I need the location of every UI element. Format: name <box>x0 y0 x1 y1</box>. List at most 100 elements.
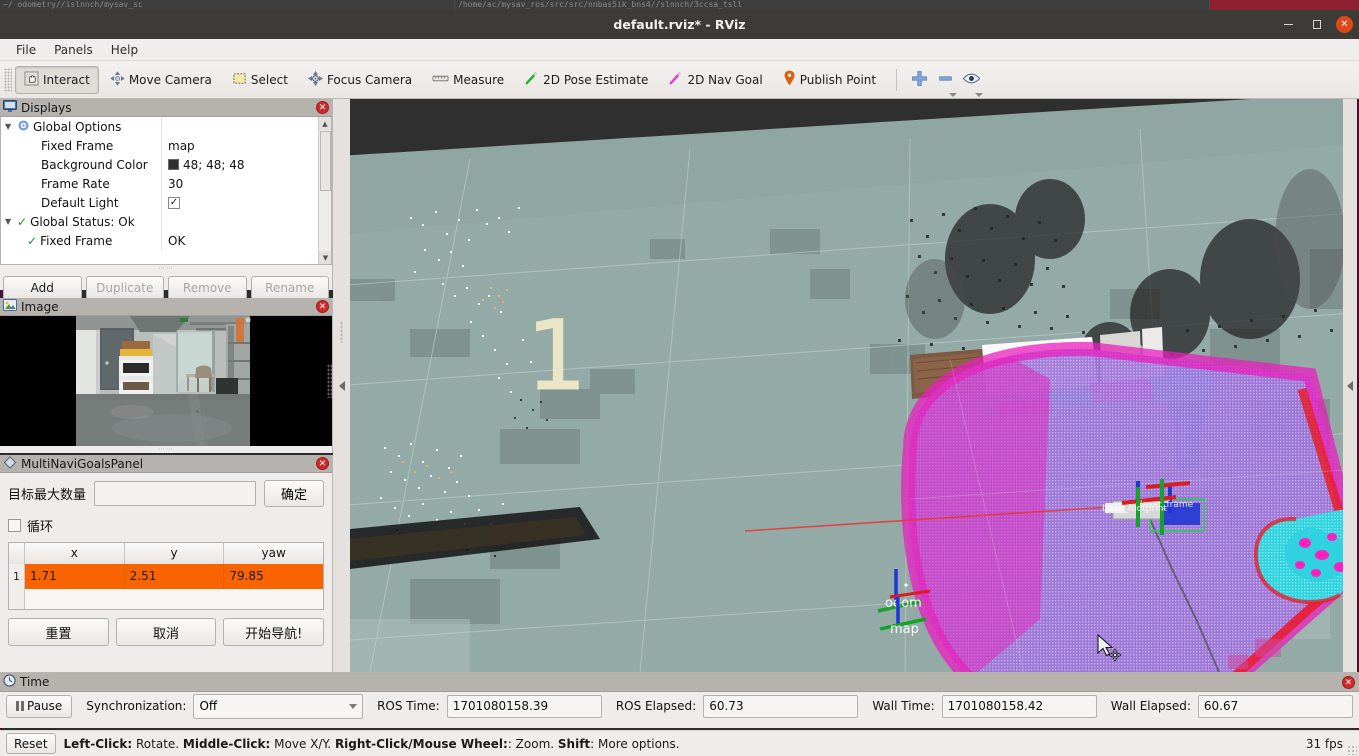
remove-tool-button[interactable] <box>932 67 958 97</box>
chevron-down-icon <box>349 703 358 709</box>
wall-elapsed-field[interactable]: 60.67 <box>1197 694 1354 718</box>
navi-button-row: 重置 取消 开始导航! <box>0 610 332 646</box>
column-header-y[interactable]: y <box>125 543 225 564</box>
expander-icon[interactable]: ▼ <box>5 122 14 131</box>
tool-2d-nav-goal[interactable]: 2D Nav Goal <box>659 66 771 94</box>
column-header-x[interactable]: x <box>25 543 125 564</box>
move-camera-icon <box>110 70 125 89</box>
image-splitter-grip[interactable]: ⋯⋯ <box>0 446 332 453</box>
tool-publish-point[interactable]: Publish Point <box>774 66 885 94</box>
time-panel-close[interactable]: ✕ <box>1342 676 1355 689</box>
menu-file[interactable]: File <box>7 41 45 59</box>
goals-table-header: x y yaw <box>9 543 323 564</box>
menubar: File Panels Help <box>0 39 1359 61</box>
tree-value: OK <box>168 233 186 248</box>
focus-camera-icon <box>307 70 324 89</box>
start-navigation-button[interactable]: 开始导航! <box>223 618 325 646</box>
max-goals-label: 目标最大数量 <box>8 488 87 503</box>
tool-properties-caret-icon[interactable] <box>975 92 984 97</box>
pause-button[interactable]: Pause <box>6 694 73 718</box>
add-tool-button[interactable] <box>906 67 932 93</box>
displays-tree[interactable]: ▼ Global Options Fixed Frame map Backgro… <box>0 117 332 265</box>
reset-view-button[interactable]: Reset <box>6 733 56 754</box>
tree-row-default-light[interactable]: Default Light ✓ <box>1 193 331 212</box>
menu-help[interactable]: Help <box>102 41 147 59</box>
hint-right-click-text: : Zoom. <box>507 736 558 751</box>
tool-select[interactable]: Select <box>223 66 297 94</box>
cycle-checkbox[interactable] <box>8 519 21 532</box>
cycle-label: 循环 <box>27 520 54 535</box>
reset-goals-button[interactable]: 重置 <box>8 618 109 646</box>
hint-middle-click-key: Middle-Click: <box>182 736 271 751</box>
ros-time-field[interactable]: 1701080158.39 <box>446 694 602 718</box>
nav-goal-arrow-icon <box>668 71 683 89</box>
tool-2d-pose-estimate[interactable]: 2D Pose Estimate <box>515 66 657 94</box>
window-resize-grip[interactable] <box>1347 745 1357 755</box>
navi-panel-close[interactable]: ✕ <box>316 457 329 470</box>
hand-cursor-icon <box>24 70 39 89</box>
measure-ruler-icon <box>432 71 449 89</box>
displays-tree-scrollbar[interactable]: ▲ ▼ <box>318 117 331 264</box>
window-titlebar: default.rviz* - RViz ✕ <box>0 10 1359 39</box>
rename-display-button: Rename <box>250 276 329 300</box>
cell-yaw[interactable]: 79.85 <box>224 564 324 589</box>
maximize-button[interactable] <box>1308 16 1325 33</box>
check-icon: ✓ <box>27 233 38 248</box>
goals-table[interactable]: x y yaw 1 1.71 2.51 79.85 <box>8 542 324 610</box>
scroll-up-icon[interactable]: ▲ <box>319 117 331 130</box>
tool-measure[interactable]: Measure <box>423 66 513 94</box>
cancel-goals-button[interactable]: 取消 <box>115 618 217 646</box>
image-panel: Image ✕ ⋯⋯ <box>0 298 333 453</box>
tool-select-label: Select <box>250 72 288 87</box>
tree-row-global-options[interactable]: ▼ Global Options <box>1 117 331 136</box>
left-dock-splitter[interactable] <box>333 99 350 672</box>
tree-row-frame-rate[interactable]: Frame Rate 30 <box>1 174 331 193</box>
expander-icon[interactable]: ▼ <box>5 217 14 226</box>
table-corner-cell <box>9 543 25 564</box>
tree-value[interactable]: 30 <box>162 177 183 191</box>
color-swatch[interactable] <box>168 159 179 170</box>
add-display-button[interactable]: Add <box>3 276 82 300</box>
scroll-down-icon[interactable]: ▼ <box>319 251 331 264</box>
column-header-yaw[interactable]: yaw <box>224 543 323 564</box>
menu-panels[interactable]: Panels <box>45 41 102 59</box>
render-view-3d[interactable]: base_footprint laser_frame odom map 1 <box>350 99 1343 672</box>
confirm-button[interactable]: 确定 <box>264 480 324 507</box>
image-panel-close[interactable]: ✕ <box>316 300 329 313</box>
minus-icon <box>937 70 954 90</box>
toolbar-grip[interactable] <box>4 67 12 92</box>
ros-elapsed-field[interactable]: 60.73 <box>703 694 859 718</box>
wall-time-field[interactable]: 1701080158.42 <box>941 694 1097 718</box>
tool-properties-button[interactable] <box>958 67 984 97</box>
minimize-button[interactable] <box>1280 16 1297 33</box>
time-panel: Time ✕ Pause Synchronization: Off ROS Ti… <box>0 672 1359 728</box>
time-panel-titlebar: Time ✕ <box>0 673 1359 692</box>
table-row[interactable]: 1 1.71 2.51 79.85 <box>9 564 324 589</box>
displays-panel-close[interactable]: ✕ <box>316 101 329 114</box>
collapse-right-dock-icon[interactable] <box>1347 380 1353 391</box>
close-button[interactable]: ✕ <box>1336 16 1353 33</box>
wall-elapsed-label: Wall Elapsed: <box>1110 699 1191 713</box>
tree-row-global-status[interactable]: ▼ ✓ Global Status: Ok <box>1 212 331 231</box>
collapse-left-dock-icon[interactable] <box>338 380 345 391</box>
navi-panel-titlebar: MultiNaviGoalsPanel ✕ <box>0 455 332 473</box>
max-goals-input[interactable] <box>94 481 257 506</box>
remove-tool-caret-icon[interactable] <box>949 92 958 97</box>
tool-move-camera[interactable]: Move Camera <box>101 66 221 94</box>
tool-2d-nav-goal-label: 2D Nav Goal <box>687 72 763 87</box>
right-dock-splitter[interactable] <box>1343 99 1357 672</box>
tool-interact[interactable]: Interact <box>15 65 99 94</box>
tree-row-status-fixed-frame[interactable]: ✓ Fixed Frame OK <box>1 231 331 250</box>
tree-row-background-color[interactable]: Background Color 48; 48; 48 <box>1 155 331 174</box>
desktop-background-strip: ~/ odometry//islnnch/mysav_sc /home/ac/m… <box>0 0 1359 10</box>
displays-splitter-grip[interactable]: ⋯⋯ <box>0 265 332 272</box>
image-panel-resize-grip[interactable] <box>327 364 332 398</box>
cell-y[interactable]: 2.51 <box>124 564 225 589</box>
scrollbar-thumb[interactable] <box>320 131 331 191</box>
default-light-checkbox[interactable]: ✓ <box>168 196 180 209</box>
tree-row-fixed-frame[interactable]: Fixed Frame map <box>1 136 331 155</box>
tool-focus-camera[interactable]: Focus Camera <box>299 66 421 94</box>
cell-x[interactable]: 1.71 <box>25 564 125 589</box>
synchronization-select[interactable]: Off <box>193 693 364 719</box>
tree-value[interactable]: map <box>162 139 195 153</box>
